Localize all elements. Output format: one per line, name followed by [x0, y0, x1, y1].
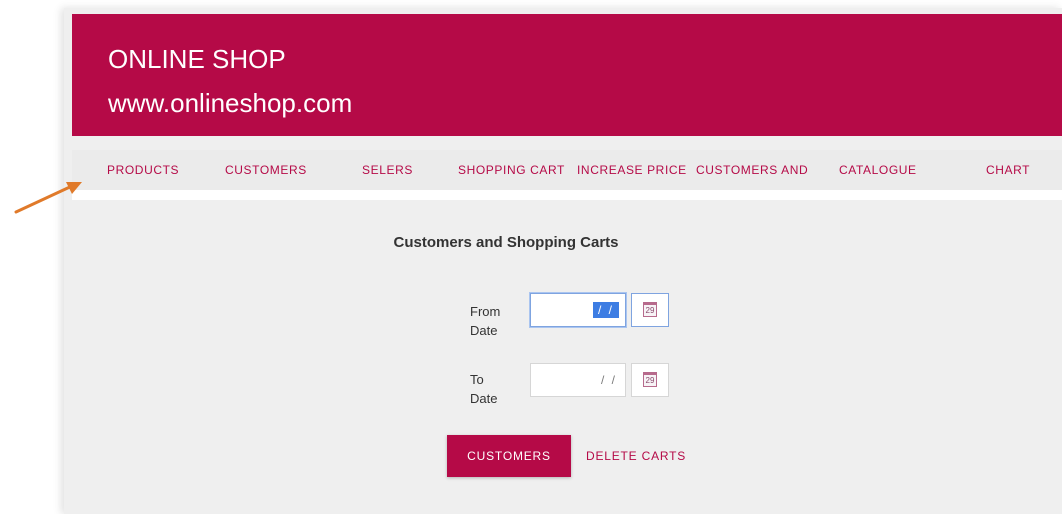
- nav-item-chart[interactable]: CHART: [986, 163, 1030, 177]
- from-date-calendar-button[interactable]: 29: [631, 293, 669, 327]
- header-banner: ONLINE SHOP www.onlineshop.com: [72, 14, 1062, 136]
- nav-item-products[interactable]: PRODUCTS: [107, 163, 179, 177]
- to-date-calendar-button[interactable]: 29: [631, 363, 669, 397]
- nav-item-catalogue[interactable]: CATALOGUE: [839, 163, 917, 177]
- to-date-value: / /: [600, 373, 617, 387]
- nav-item-increase-price[interactable]: INCREASE PRICE: [577, 163, 691, 177]
- nav-item-customers-and[interactable]: CUSTOMERS AND: [696, 163, 810, 177]
- calendar-icon-day: 29: [645, 306, 655, 315]
- annotation-arrow-icon: [14, 182, 82, 214]
- to-date-label-line1: To: [470, 372, 484, 387]
- site-title: ONLINE SHOP: [108, 44, 286, 74]
- nav-item-selers[interactable]: SELERS: [362, 163, 413, 177]
- from-date-label: From Date: [470, 302, 510, 340]
- calendar-icon-day: 29: [645, 376, 655, 385]
- site-url: www.onlineshop.com: [108, 88, 353, 118]
- delete-carts-button[interactable]: DELETE CARTS: [586, 449, 686, 463]
- calendar-icon: 29: [643, 372, 657, 387]
- calendar-icon: 29: [643, 302, 657, 317]
- form-title: Customers and Shopping Carts: [393, 234, 619, 251]
- to-date-label-line2: Date: [470, 391, 498, 406]
- customers-button[interactable]: CUSTOMERS: [447, 435, 571, 477]
- nav-item-shopping-cart[interactable]: SHOPPING CART: [458, 163, 565, 177]
- from-date-label-line1: From: [470, 304, 501, 319]
- main-nav: PRODUCTS CUSTOMERS SELERS SHOPPING CART …: [72, 150, 1062, 200]
- from-date-input[interactable]: / /: [530, 293, 626, 327]
- from-date-value: / /: [592, 302, 619, 318]
- to-date-input[interactable]: / /: [530, 363, 626, 397]
- nav-item-customers[interactable]: CUSTOMERS: [225, 163, 307, 177]
- to-date-label: To Date: [470, 370, 510, 408]
- from-date-label-line2: Date: [470, 323, 498, 338]
